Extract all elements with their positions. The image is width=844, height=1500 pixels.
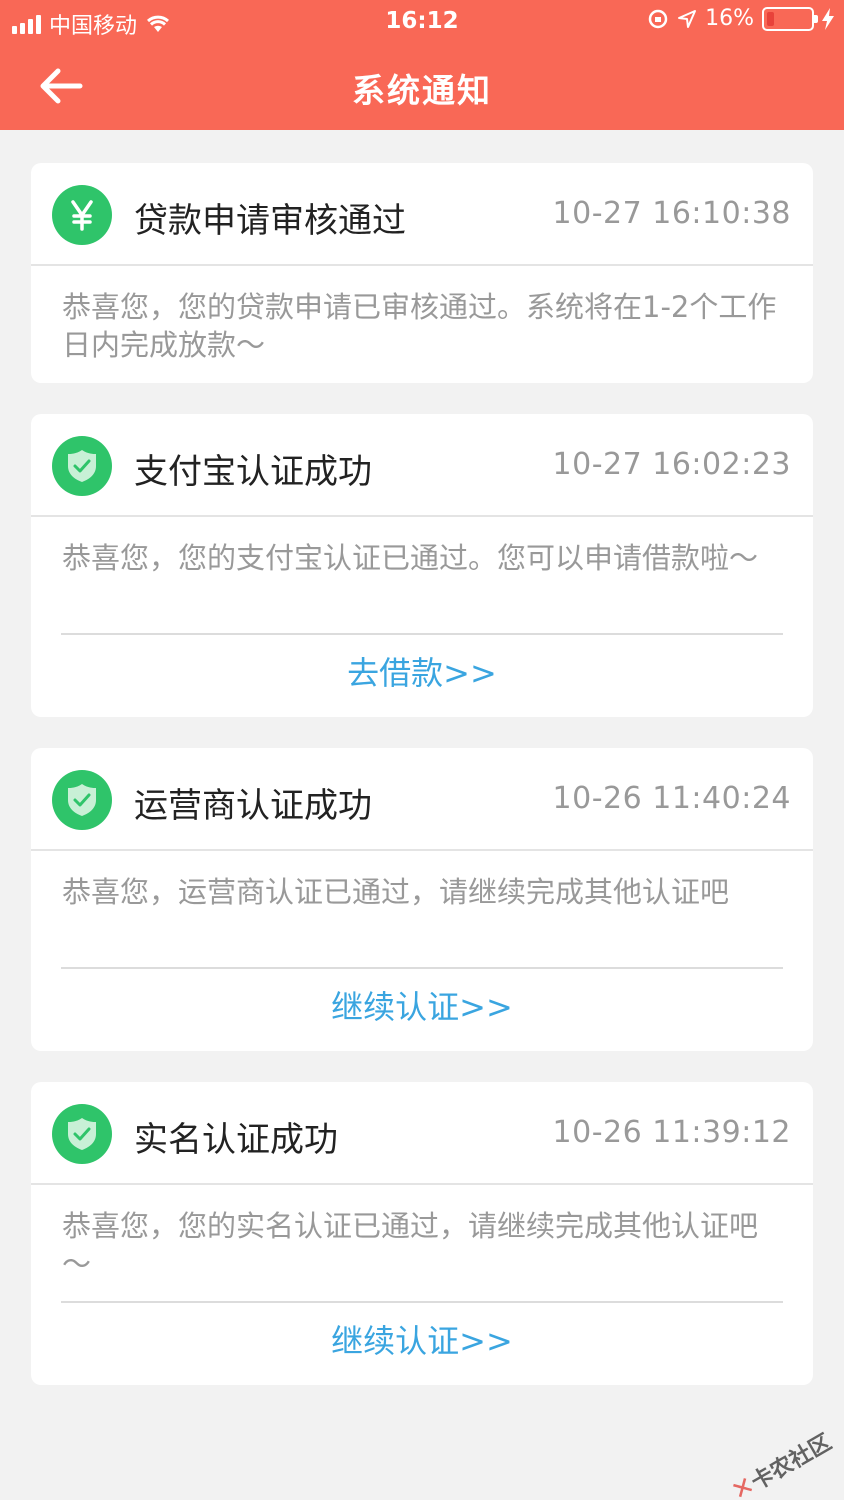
continue-verification-link[interactable]: 继续认证>> [31,969,813,1047]
shield-check-icon [52,770,112,830]
notification-body: 恭喜您，您的实名认证已通过，请继续完成其他认证吧～ [62,1209,759,1281]
status-bar: 中国移动 16:12 16% [0,0,844,44]
battery-percent: 16% [705,6,754,31]
notification-title: 实名认证成功 [134,1120,338,1160]
card-header: 运营商认证成功 10-26 11:40:24 [31,748,813,851]
shield-check-icon [52,436,112,496]
notification-card: 运营商认证成功 10-26 11:40:24 恭喜您，运营商认证已通过，请继续完… [31,748,813,1051]
header-bar: 中国移动 16:12 16% 系统通知 [0,0,844,130]
notification-time: 10-27 16:02:23 [552,447,791,482]
notification-time: 10-26 11:40:24 [552,781,791,816]
shield-check-icon [52,1104,112,1164]
battery-level [767,11,774,26]
notification-card: 实名认证成功 10-26 11:39:12 恭喜您，您的实名认证已通过，请继续完… [31,1082,813,1385]
card-header: 贷款申请审核通过 10-27 16:10:38 [31,163,813,266]
rotation-lock-icon [648,9,668,28]
location-arrow-icon [678,9,697,28]
page-title: 系统通知 [352,71,492,110]
nav-bar: 系统通知 [0,44,844,130]
watermark-logo: ✕卡农社区 [726,1429,837,1500]
yen-icon [52,185,112,245]
notification-body: 恭喜您，运营商认证已通过，请继续完成其他认证吧 [62,875,730,909]
charging-bolt-icon [822,7,834,30]
notification-card[interactable]: 贷款申请审核通过 10-27 16:10:38 恭喜您，您的贷款申请已审核通过。… [31,163,813,383]
notification-time: 10-26 11:39:12 [552,1115,791,1150]
notification-card: 支付宝认证成功 10-27 16:02:23 恭喜您，您的支付宝认证已通过。您可… [31,414,813,717]
borrow-link[interactable]: 去借款>> [31,635,813,713]
notification-time: 10-27 16:10:38 [552,196,791,231]
card-header: 实名认证成功 10-26 11:39:12 [31,1082,813,1185]
notification-title: 贷款申请审核通过 [134,201,406,241]
notification-body: 恭喜您，您的贷款申请已审核通过。系统将在1-2个工作日内完成放款～ [62,290,777,362]
card-header: 支付宝认证成功 10-27 16:02:23 [31,414,813,517]
battery-icon [762,6,818,31]
notification-title: 支付宝认证成功 [134,452,372,492]
notification-title: 运营商认证成功 [134,786,372,826]
notification-body: 恭喜您，您的支付宝认证已通过。您可以申请借款啦～ [62,541,759,575]
continue-verification-link[interactable]: 继续认证>> [31,1303,813,1381]
